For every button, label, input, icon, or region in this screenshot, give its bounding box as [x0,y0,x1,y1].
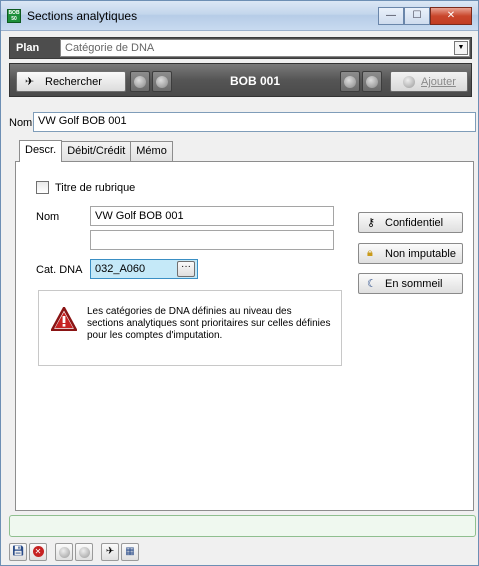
plan-select[interactable]: Catégorie de DNA ▼ [60,39,470,57]
first-record-button[interactable] [130,71,150,92]
window-controls: — ☐ ✕ [378,7,472,25]
chevron-down-icon[interactable]: ▼ [454,41,468,55]
confidential-button[interactable]: ⚷ Confidentiel [358,212,463,233]
next-icon [78,547,90,558]
first-icon [134,76,146,88]
previous-icon [58,547,70,558]
bob-app-icon: BOB 50 [7,9,21,23]
cancel-button[interactable]: ✕ [29,543,47,561]
bottom-toolbar: 💾︎ ✕ ✈ ▦ [9,542,141,562]
search-button-label: Rechercher [45,76,102,88]
status-bar [9,515,476,537]
current-record-label: BOB 001 [229,74,281,88]
confidential-label: Confidentiel [385,217,444,229]
next-button[interactable] [75,543,93,561]
non-imputable-button[interactable]: 🔒︎ Non imputable [358,243,463,264]
search-icon: ✈ [105,546,115,557]
lock-icon: 🔒︎ [367,247,373,259]
save-icon: 💾︎ [11,546,25,557]
dormant-button[interactable]: ☾ En sommeil [358,273,463,294]
add-button[interactable]: Ajouter [390,71,468,92]
calendar-icon: ▦ [125,546,135,557]
maximize-button[interactable]: ☐ [404,7,430,25]
save-button[interactable]: 💾︎ [9,543,27,561]
warning-icon [51,307,77,331]
descr-panel: Titre de rubrique Nom VW Golf BOB 001 Ca… [15,161,474,511]
heading-checkbox[interactable] [36,181,49,194]
name-field[interactable]: VW Golf BOB 001 [33,112,476,132]
cat-dna-browse-button[interactable]: ··· [177,261,195,277]
info-text: Les catégories de DNA définies au niveau… [87,306,331,341]
tab-debit-credit[interactable]: Débit/Crédit [61,141,132,161]
add-icon [403,76,415,88]
non-imputable-label: Non imputable [385,248,456,260]
navigation-toolbar: ✈ Rechercher BOB 001 Ajouter [9,63,472,97]
cat-dna-label: Cat. DNA [36,264,83,276]
tab-memo[interactable]: Mémo [130,141,173,161]
window-title: Sections analytiques [27,9,138,23]
previous-record-button[interactable] [152,71,172,92]
search-icon: ✈ [25,76,35,88]
close-button[interactable]: ✕ [430,7,472,25]
last-icon [366,76,378,88]
tab-bar: Descr. Débit/Crédit Mémo [19,140,173,162]
heading-checkbox-row[interactable]: Titre de rubrique [36,181,135,194]
app-window: BOB 50 Sections analytiques — ☐ ✕ Plan Ca… [0,0,479,566]
plan-bar: Plan Catégorie de DNA ▼ [9,37,472,59]
name-label: Nom [9,117,33,129]
next-icon [344,76,356,88]
search-button[interactable]: ✈ Rechercher [16,71,126,92]
descr-name-field[interactable]: VW Golf BOB 001 [90,206,334,226]
heading-checkbox-label: Titre de rubrique [55,181,136,194]
descr-name-label: Nom [36,211,60,223]
previous-icon [156,76,168,88]
search-tool-button[interactable]: ✈ [101,543,119,561]
add-button-label: Ajouter [421,76,456,88]
minimize-button[interactable]: — [378,7,404,25]
calendar-button[interactable]: ▦ [121,543,139,561]
title-bar: BOB 50 Sections analytiques — ☐ ✕ [1,1,478,31]
plan-label: Plan [16,42,40,54]
next-record-button[interactable] [340,71,360,92]
moon-icon: ☾ [367,278,377,290]
descr-name-field-2[interactable] [90,230,334,250]
last-record-button[interactable] [362,71,382,92]
info-box: Les catégories de DNA définies au niveau… [38,290,342,366]
key-icon: ⚷ [367,217,376,229]
previous-button[interactable] [55,543,73,561]
dormant-label: En sommeil [385,278,443,290]
plan-select-value: Catégorie de DNA [65,42,155,54]
tab-descr[interactable]: Descr. [19,140,63,162]
cancel-icon: ✕ [32,546,44,557]
